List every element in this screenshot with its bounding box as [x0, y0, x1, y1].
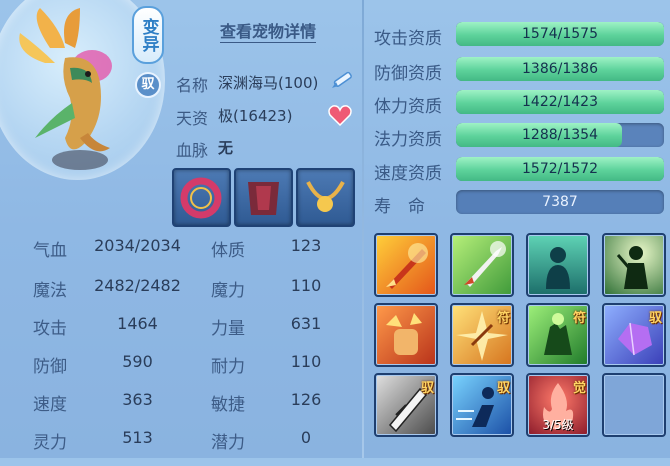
skill-golden-strike[interactable]: 符 [450, 303, 514, 367]
aptitude-bar: 1386/1386 [456, 57, 664, 81]
stat-row: 防御 590 耐力 110 [0, 352, 362, 390]
aptitude-bar: 1574/1575 [456, 22, 664, 46]
stat-label: 魔力 [211, 281, 245, 301]
skill-fire-sword[interactable] [374, 233, 438, 297]
bloodline-value: 无 [218, 139, 234, 157]
aptitude-row-label: 防御资质 [374, 64, 442, 84]
panel-divider [362, 0, 364, 458]
stat-value: 110 [290, 276, 322, 295]
skill-flame-fist[interactable] [374, 303, 438, 367]
aptitude-row: 防御资质 1386/1386 [374, 55, 670, 85]
stat-row: 速度 363 敏捷 126 [0, 390, 362, 428]
skill-awaken-fire[interactable]: 觉 3/5级 [526, 373, 590, 437]
stat-label: 速度 [33, 395, 67, 415]
aptitude-value: 极(16423) [218, 107, 293, 125]
stat-value: 363 [122, 390, 153, 409]
skill-holy-sword[interactable] [450, 233, 514, 297]
name-value: 深渊海马(100) [218, 74, 319, 92]
aptitude-bar-text: 1288/1354 [522, 127, 598, 143]
skill-dash[interactable]: 驭 [450, 373, 514, 437]
skill-badge: 驭 [648, 311, 662, 326]
pet-portrait-image[interactable] [10, 8, 140, 178]
bloodline-label: 血脉 [176, 141, 209, 160]
equip-slot-necklace[interactable] [296, 168, 355, 227]
stat-value: 513 [122, 428, 153, 447]
stat-value: 0 [300, 428, 312, 447]
stat-value: 590 [122, 352, 153, 371]
aptitude-bar: 1422/1423 [456, 90, 664, 114]
stat-value: 2482/2482 [94, 276, 181, 295]
stat-label: 攻击 [33, 319, 67, 339]
stat-label: 潜力 [211, 433, 245, 453]
name-label: 名称 [176, 76, 209, 95]
aptitude-row-label: 攻击资质 [374, 29, 442, 49]
variant-badge: 变异 [132, 6, 164, 64]
skill-empty-slot[interactable] [602, 373, 666, 437]
skill-spirit-body[interactable] [526, 233, 590, 297]
aptitude-bar-text: 1422/1423 [522, 94, 598, 110]
stat-value: 2034/2034 [94, 236, 181, 255]
stat-row: 气血 2034/2034 体质 123 [0, 236, 362, 274]
skill-level: 3/5级 [542, 418, 574, 432]
aptitude-bar-text: 1574/1575 [522, 26, 598, 42]
rename-pencil-icon[interactable] [328, 68, 356, 92]
aptitude-bar-text: 1572/1572 [522, 161, 598, 177]
stat-value: 126 [290, 390, 322, 409]
skill-shadow-knight[interactable] [602, 233, 666, 297]
aptitude-row-label: 速度资质 [374, 164, 442, 184]
stat-row: 魔法 2482/2482 魔力 110 [0, 276, 362, 314]
skill-badge: 觉 [572, 381, 586, 396]
aptitude-label: 天资 [176, 109, 209, 128]
stat-row: 攻击 1464 力量 631 [0, 314, 362, 352]
view-pet-details-link[interactable]: 查看宠物详情 [220, 22, 317, 43]
lifespan-value: 7387 [542, 194, 578, 210]
stat-value: 631 [290, 314, 322, 333]
aptitude-bar-text: 1386/1386 [522, 61, 598, 77]
aptitude-row-label: 法力资质 [374, 130, 442, 150]
skill-badge: 符 [572, 311, 586, 326]
stat-label: 耐力 [211, 357, 245, 377]
equip-slot-collar[interactable] [172, 168, 231, 227]
aptitude-row: 攻击资质 1574/1575 [374, 20, 670, 50]
equip-slot-armor[interactable] [234, 168, 293, 227]
aptitude-row: 体力资质 1422/1423 [374, 88, 670, 118]
lifespan-label: 寿 命 [374, 197, 425, 217]
aptitude-bar: 1288/1354 [456, 123, 664, 147]
skill-crystal-gem[interactable]: 驭 [602, 303, 666, 367]
stat-value: 1464 [117, 314, 158, 333]
ride-badge: 驭 [135, 72, 161, 98]
lifespan-row: 寿 命 7387 [374, 188, 670, 218]
aptitude-row: 法力资质 1288/1354 [374, 121, 670, 151]
aptitude-row: 速度资质 1572/1572 [374, 155, 670, 185]
stat-value: 123 [290, 236, 322, 255]
stat-value: 110 [290, 352, 322, 371]
stat-label: 力量 [211, 319, 245, 339]
stat-label: 防御 [33, 357, 67, 377]
heart-icon[interactable] [328, 104, 352, 126]
stat-row: 灵力 513 潜力 0 [0, 428, 362, 466]
stat-label: 魔法 [33, 281, 67, 301]
skill-badge: 驭 [420, 381, 434, 396]
lifespan-bar: 7387 [456, 190, 664, 214]
aptitude-row-label: 体力资质 [374, 97, 442, 117]
skill-badge: 符 [496, 311, 510, 326]
skill-blade-shield[interactable]: 驭 [374, 373, 438, 437]
stat-label: 体质 [211, 241, 245, 261]
stat-label: 气血 [33, 241, 67, 261]
stat-label: 灵力 [33, 433, 67, 453]
skill-poison-hand[interactable]: 符 [526, 303, 590, 367]
skill-badge: 驭 [496, 381, 510, 396]
stat-label: 敏捷 [211, 395, 245, 415]
aptitude-bar: 1572/1572 [456, 157, 664, 181]
